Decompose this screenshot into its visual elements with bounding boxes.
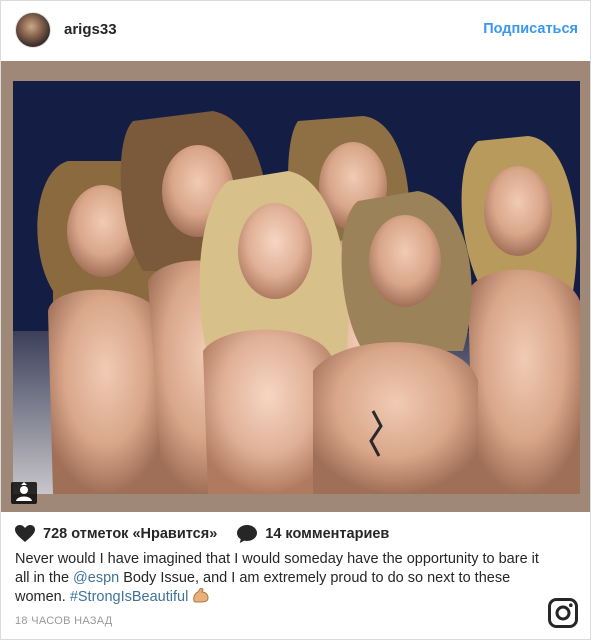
flexed-biceps-emoji (192, 587, 209, 603)
photo-frame (1, 61, 590, 512)
hashtag-link[interactable]: #StrongIsBeautiful (70, 589, 189, 605)
user-tag-icon[interactable] (11, 482, 37, 504)
follow-button[interactable]: Подписаться (483, 21, 578, 37)
heart-icon[interactable] (15, 525, 35, 543)
post-photo[interactable] (13, 81, 580, 494)
post-actions: 728 отметок «Нравится» 14 комментариев (15, 524, 389, 544)
username-link[interactable]: arigs33 (64, 21, 117, 38)
photo-illustration (13, 81, 580, 494)
mention-link[interactable]: @espn (73, 570, 119, 586)
post-header: arigs33 Подписаться (1, 1, 590, 61)
likes-count[interactable]: 728 отметок «Нравится» (43, 526, 217, 542)
comments-count[interactable]: 14 комментариев (265, 526, 389, 542)
instagram-post-card: arigs33 Подписаться 728 отметок «Нравитс… (0, 0, 591, 640)
comment-icon[interactable] (237, 525, 258, 543)
post-timestamp: 18 ЧАСОВ НАЗАД (15, 615, 113, 627)
post-caption: Never would I have imagined that I would… (15, 550, 545, 607)
instagram-logo-icon[interactable] (548, 598, 578, 628)
avatar[interactable] (15, 12, 51, 48)
